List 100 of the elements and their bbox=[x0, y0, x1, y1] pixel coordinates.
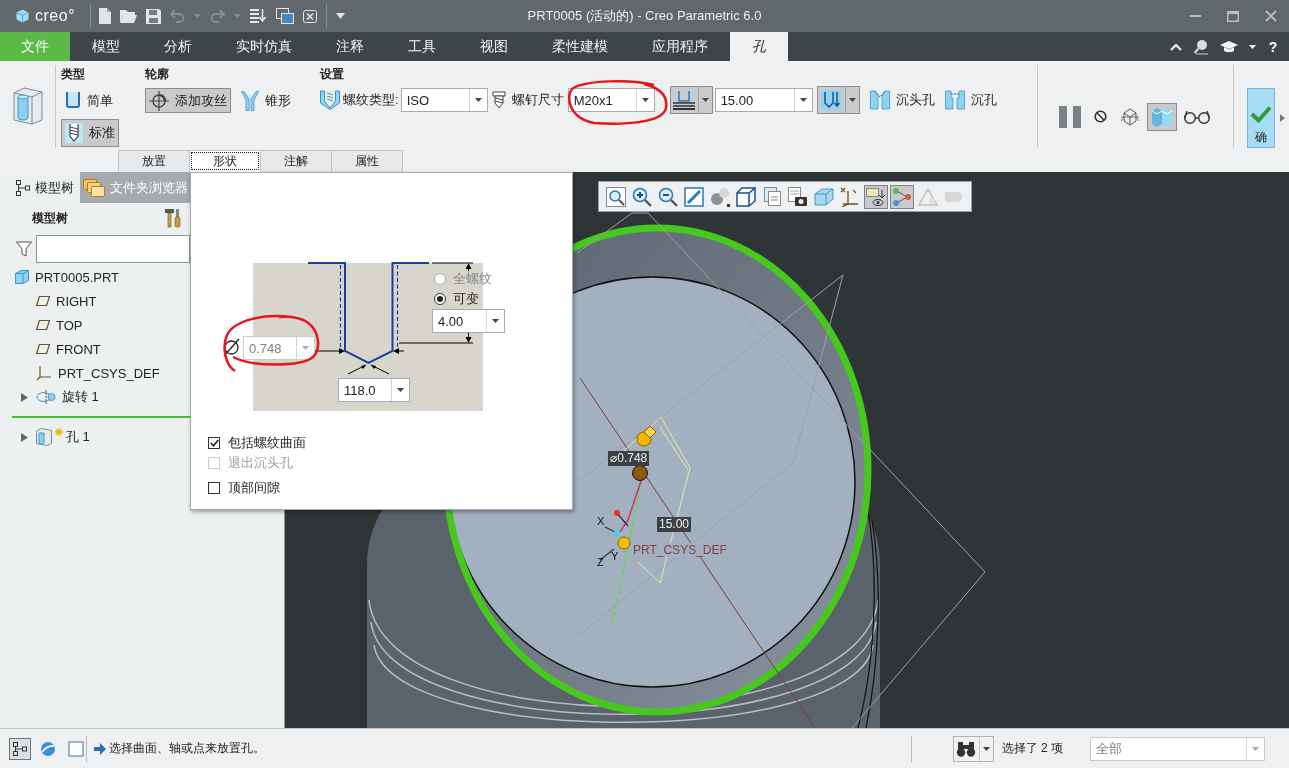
tree-item[interactable]: 孔 1 bbox=[66, 428, 90, 446]
tree-item[interactable]: PRT0005.PRT bbox=[35, 269, 120, 285]
zoom-in-icon bbox=[632, 186, 652, 207]
counterbore-button[interactable]: 沉孔 bbox=[940, 87, 1001, 113]
ribbon-tab[interactable]: 实时仿真 bbox=[214, 32, 314, 61]
chevron-up-icon[interactable] bbox=[1170, 42, 1182, 51]
stacked-lines-icon[interactable] bbox=[250, 8, 267, 24]
connected-nodes-button[interactable] bbox=[890, 184, 914, 209]
caret-icon bbox=[1252, 746, 1259, 751]
csys-label: PRT_CSYS_DEF bbox=[632, 543, 728, 557]
save-icon[interactable] bbox=[146, 8, 161, 24]
ribbon-tab[interactable]: 视图 bbox=[458, 32, 530, 61]
radio-label: 全螺纹 bbox=[453, 270, 492, 288]
graduation-cap-icon[interactable] bbox=[1220, 40, 1238, 53]
search-icon[interactable] bbox=[1193, 38, 1209, 55]
tree-item[interactable]: FRONT bbox=[56, 341, 101, 357]
checkbox[interactable] bbox=[208, 482, 220, 494]
caret-icon[interactable] bbox=[1249, 44, 1256, 49]
tree-item[interactable]: 旋转 1 bbox=[62, 388, 99, 406]
folders-icon bbox=[82, 178, 105, 197]
repaint-button[interactable] bbox=[682, 184, 706, 209]
tree-button[interactable] bbox=[9, 737, 31, 760]
panel-tab[interactable]: 放置 bbox=[118, 150, 190, 172]
folder-icon[interactable] bbox=[120, 9, 137, 23]
filter-icon[interactable] bbox=[16, 241, 32, 257]
caret-icon bbox=[799, 98, 807, 102]
ribbon-tab[interactable]: 应用程序 bbox=[630, 32, 730, 61]
find-button[interactable] bbox=[952, 735, 994, 762]
cube-button[interactable] bbox=[734, 184, 758, 209]
dimension-label[interactable]: 15.00 bbox=[657, 517, 692, 532]
simple-button[interactable]: 简单 bbox=[61, 88, 117, 113]
tap-button[interactable]: 添加攻丝 bbox=[145, 88, 231, 113]
plane-icon bbox=[36, 296, 50, 306]
spheres-icon bbox=[710, 186, 730, 207]
tree-item[interactable]: PRT_CSYS_DEF bbox=[58, 365, 160, 381]
caret-icon bbox=[701, 98, 709, 102]
caret-icon bbox=[474, 98, 482, 102]
ribbon-tab[interactable]: 注释 bbox=[314, 32, 386, 61]
search-field[interactable] bbox=[36, 235, 190, 263]
drag-handle[interactable] bbox=[636, 425, 657, 447]
caret-icon[interactable] bbox=[336, 13, 345, 19]
diameter-icon bbox=[223, 338, 240, 357]
dimension-label[interactable]: ⌀0.748 bbox=[608, 451, 650, 466]
panel-tab[interactable]: 注解 bbox=[260, 150, 332, 172]
expand-arrow-icon[interactable] bbox=[20, 392, 28, 402]
ribbon-tab[interactable]: 孔 bbox=[730, 32, 788, 61]
scroll-right-icon[interactable] bbox=[1280, 114, 1285, 122]
caret-icon bbox=[302, 346, 309, 350]
taper-button[interactable]: 锥形 bbox=[237, 88, 295, 113]
binoculars-icon bbox=[955, 740, 976, 757]
app-logo-text: creo° bbox=[35, 7, 76, 25]
tree-item[interactable]: RIGHT bbox=[56, 293, 97, 309]
close-window-icon[interactable] bbox=[303, 9, 317, 23]
revolve-icon bbox=[36, 390, 56, 404]
maximize-icon[interactable] bbox=[1227, 10, 1239, 22]
panel-tab[interactable]: 属性 bbox=[331, 150, 403, 172]
screw-size-dropdown[interactable]: M20x1 bbox=[567, 88, 655, 112]
ribbon-tab[interactable]: 模型 bbox=[70, 32, 142, 61]
caret-icon bbox=[641, 98, 649, 102]
group-title: 类型 bbox=[61, 67, 86, 81]
window-title: PRT0005 (活动的) - Creo Parametric 6.0 bbox=[527, 7, 762, 25]
confirm-button[interactable]: 确 bbox=[1247, 88, 1275, 148]
help-button[interactable]: ? bbox=[1267, 36, 1279, 57]
close-icon[interactable] bbox=[1265, 10, 1277, 22]
depth-option-button[interactable] bbox=[816, 86, 860, 114]
panel-tab[interactable]: 形状 bbox=[189, 150, 261, 172]
note-eye-button[interactable] bbox=[864, 184, 888, 209]
checkbox[interactable] bbox=[208, 437, 220, 449]
drag-handle[interactable] bbox=[617, 536, 631, 550]
pause-icon bbox=[1059, 105, 1081, 128]
axes-icon bbox=[36, 365, 52, 381]
ribbon-tab[interactable]: 工具 bbox=[386, 32, 458, 61]
thread-type-dropdown[interactable]: ISO bbox=[400, 88, 488, 112]
depth-dropdown[interactable]: 15.00 bbox=[714, 88, 813, 112]
windows-icon[interactable] bbox=[276, 8, 294, 24]
u-shape-icon bbox=[65, 92, 81, 109]
axis-label: Z bbox=[597, 556, 604, 569]
dimension-arrow bbox=[393, 348, 405, 354]
countersink-icon bbox=[869, 90, 890, 110]
axis-label: X bbox=[597, 515, 605, 528]
crosshair-icon bbox=[149, 90, 169, 111]
thread-depth-field[interactable]: 4.00 bbox=[432, 309, 505, 333]
cube-icon bbox=[16, 9, 29, 23]
panel-title: 模型树 bbox=[32, 209, 68, 227]
ribbon-tab[interactable]: 分析 bbox=[142, 32, 214, 61]
countersink-button[interactable]: 沉头孔 bbox=[865, 87, 939, 113]
angle-field[interactable]: 118.0 bbox=[338, 378, 410, 402]
depth-type-button[interactable] bbox=[669, 86, 713, 114]
ribbon-tab[interactable]: 柔性建模 bbox=[530, 32, 630, 61]
tree-item[interactable]: TOP bbox=[56, 317, 83, 333]
camera-button[interactable] bbox=[786, 184, 810, 209]
checkmark-icon bbox=[1250, 105, 1272, 123]
zoom-fit-button[interactable] bbox=[604, 184, 628, 209]
tools-icon[interactable] bbox=[164, 208, 181, 228]
stacked-views-icon bbox=[762, 186, 782, 207]
drag-handle[interactable] bbox=[632, 465, 648, 481]
connected-nodes-icon bbox=[892, 186, 912, 207]
document-icon[interactable] bbox=[99, 8, 111, 24]
standard-button[interactable]: 标准 bbox=[61, 119, 119, 147]
expand-arrow-icon[interactable] bbox=[20, 432, 28, 442]
